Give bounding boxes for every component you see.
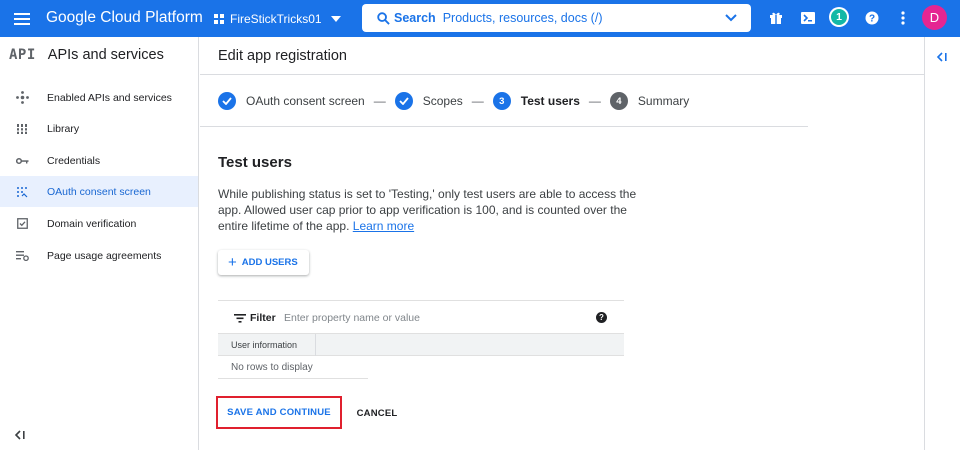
main-content: Edit app registration OAuth consent scre…	[200, 37, 924, 450]
sidebar-item-label: Enabled APIs and services	[47, 91, 172, 104]
chevron-down-icon	[330, 16, 341, 22]
filter-icon	[234, 314, 246, 323]
search-icon	[377, 11, 390, 25]
project-icon	[214, 13, 224, 24]
cloud-shell-icon[interactable]	[798, 8, 818, 28]
search-label: Search	[394, 11, 436, 25]
sidebar: API APIs and services Enabled APIs and s…	[0, 37, 199, 450]
add-users-label: ADD USERS	[241, 257, 298, 268]
search-bar[interactable]: Search Products, resources, docs (/)	[362, 4, 751, 32]
checkbox-icon	[15, 217, 29, 231]
sidebar-item-label: Library	[47, 122, 80, 135]
save-and-continue-button[interactable]: SAVE AND CONTINUE	[216, 396, 342, 429]
search-placeholder: Products, resources, docs (/)	[442, 11, 603, 25]
avatar[interactable]: D	[922, 5, 947, 30]
step-scopes[interactable]: Scopes	[423, 94, 463, 108]
sidebar-title: APIs and services	[47, 47, 164, 63]
svg-text:?: ?	[869, 14, 875, 25]
sidebar-item-oauth-consent-screen[interactable]: OAuth consent screen	[0, 176, 198, 207]
stepper: OAuth consent screen — Scopes — 3 Test u…	[218, 91, 689, 111]
filter-label: Filter	[250, 312, 276, 324]
step-separator: —	[588, 94, 601, 108]
sidebar-item-label: OAuth consent screen	[47, 185, 151, 198]
hub-icon	[15, 91, 29, 105]
sidebar-item-label: Page usage agreements	[47, 249, 162, 262]
stepper-divider	[200, 126, 808, 127]
help-icon[interactable]: ?	[596, 312, 607, 323]
collapse-sidebar-icon[interactable]	[14, 428, 28, 442]
sidebar-item-page-usage-agreements[interactable]: Page usage agreements	[0, 240, 198, 271]
plus-icon: +	[228, 253, 237, 271]
filter-input[interactable]	[284, 309, 584, 327]
sidebar-header: API APIs and services	[0, 37, 198, 73]
title-divider	[200, 74, 924, 75]
table-empty-row: No rows to display	[218, 356, 624, 379]
notifications-count: 1	[831, 9, 847, 25]
filter-bar: Filter ?	[218, 300, 624, 334]
sidebar-item-label: Credentials	[47, 154, 101, 167]
step-separator: —	[471, 94, 484, 108]
table-header-row: User information	[218, 334, 624, 356]
settings-list-icon	[15, 249, 29, 263]
empty-message: No rows to display	[231, 362, 313, 373]
project-picker[interactable]: FireStickTricks01	[214, 8, 341, 30]
step-separator: —	[373, 94, 386, 108]
step-number: 4	[609, 92, 628, 110]
right-info-panel	[924, 37, 960, 450]
project-name: FireStickTricks01	[230, 12, 322, 26]
expand-panel-icon[interactable]	[936, 50, 950, 64]
row-divider	[218, 378, 368, 379]
top-app-bar: Google Cloud Platform FireStickTricks01 …	[0, 0, 960, 37]
expand-search-icon[interactable]	[725, 14, 737, 22]
step-summary[interactable]: Summary	[638, 94, 689, 108]
key-icon	[15, 154, 29, 168]
gift-icon[interactable]	[766, 8, 786, 28]
api-logo: API	[9, 47, 36, 63]
step-test-users[interactable]: Test users	[521, 94, 580, 108]
description-text: While publishing status is set to 'Testi…	[218, 187, 637, 233]
notifications-badge[interactable]: 1	[829, 7, 849, 27]
brand-title[interactable]: Google Cloud Platform	[46, 9, 203, 27]
cancel-button[interactable]: CANCEL	[350, 404, 404, 422]
step-oauth-consent-screen[interactable]: OAuth consent screen	[246, 94, 365, 108]
sidebar-item-credentials[interactable]: Credentials	[0, 145, 198, 176]
menu-icon[interactable]	[12, 9, 32, 29]
step-number: 3	[492, 92, 511, 110]
sidebar-item-domain-verification[interactable]: Domain verification	[0, 208, 198, 239]
consent-icon	[15, 185, 29, 199]
learn-more-link[interactable]: Learn more	[353, 219, 414, 233]
test-users-table: Filter ? User information No rows to dis…	[218, 300, 624, 379]
sidebar-item-label: Domain verification	[47, 217, 137, 230]
library-icon	[15, 122, 29, 136]
check-circle-icon	[218, 92, 236, 110]
add-users-button[interactable]: + ADD USERS	[218, 250, 309, 275]
help-circle-icon[interactable]: ?	[862, 8, 882, 28]
save-and-continue-label: SAVE AND CONTINUE	[227, 407, 331, 418]
check-circle-icon	[394, 92, 413, 110]
section-title: Test users	[218, 154, 292, 171]
description: While publishing status is set to 'Testi…	[218, 186, 638, 234]
sidebar-item-enabled-apis[interactable]: Enabled APIs and services	[0, 82, 198, 113]
more-vert-icon[interactable]	[893, 8, 913, 28]
column-header-user-information[interactable]: User information	[218, 334, 316, 356]
sidebar-item-library[interactable]: Library	[0, 113, 198, 144]
page-title: Edit app registration	[218, 48, 347, 64]
